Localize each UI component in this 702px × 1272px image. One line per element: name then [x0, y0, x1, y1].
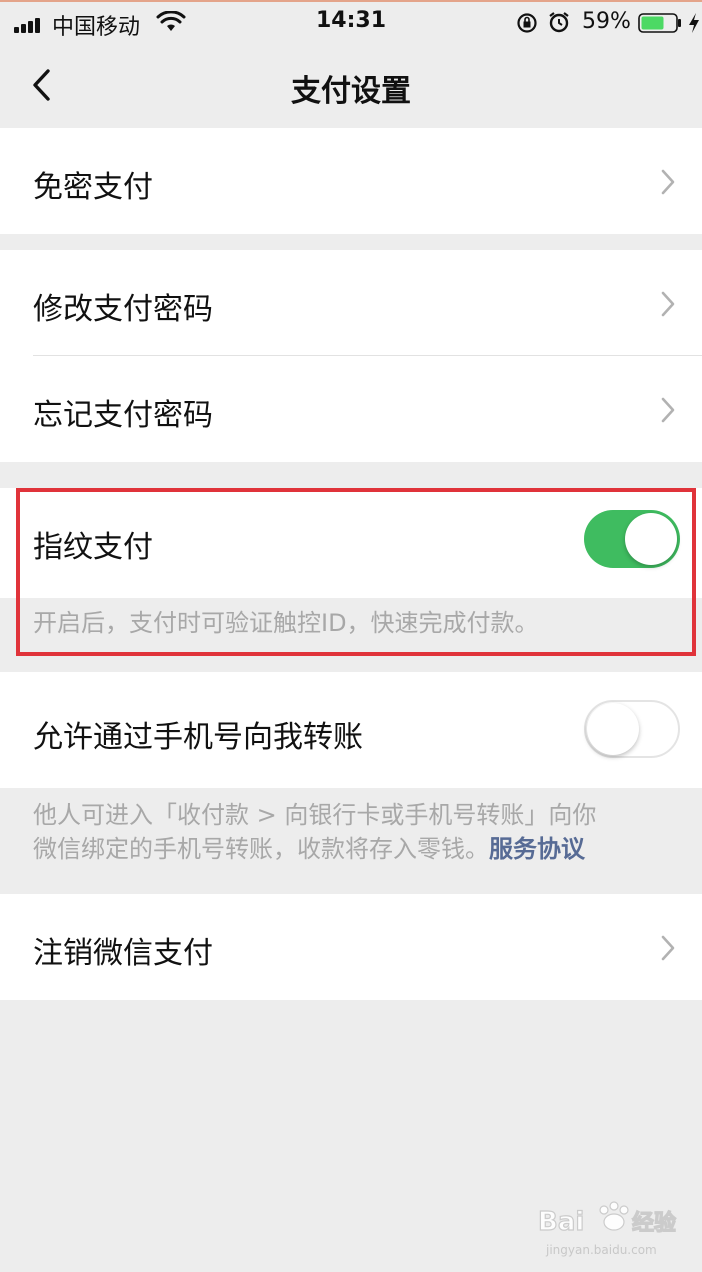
phone-transfer-toggle[interactable] [584, 700, 680, 758]
svg-text:Bai: Bai [538, 1207, 584, 1237]
phone-transfer-hint: 他人可进入「收付款 > 向银行卡或手机号转账」向你 微信绑定的手机号转账，收款将… [33, 798, 596, 866]
forgot-password-cell[interactable]: 忘记支付密码 [0, 356, 702, 462]
phone-transfer-group: 允许通过手机号向我转账 [0, 672, 702, 788]
service-agreement-link[interactable]: 服务协议 [489, 835, 585, 863]
status-accent-line [0, 0, 702, 2]
page-title: 支付设置 [291, 74, 411, 109]
nav-bar: 支付设置 [0, 46, 702, 126]
phone-transfer-label: 允许通过手机号向我转账 [33, 720, 363, 755]
alarm-icon [549, 12, 569, 33]
deactivate-group: 注销微信支付 [0, 894, 702, 1000]
battery-percent: 59% [582, 9, 631, 34]
battery-icon [638, 13, 681, 33]
highlight-annotation [16, 488, 696, 656]
status-bar: 中国移动 14:31 59% [0, 0, 702, 46]
phone-transfer-cell: 允许通过手机号向我转账 [0, 672, 702, 788]
forgot-password-label: 忘记支付密码 [33, 398, 213, 433]
chevron-right-icon [661, 291, 675, 317]
change-password-label: 修改支付密码 [33, 292, 213, 327]
phone-transfer-hint-line2-wrap: 微信绑定的手机号转账，收款将存入零钱。服务协议 [33, 832, 596, 866]
chevron-right-icon [661, 935, 675, 961]
charging-bolt-icon [689, 13, 699, 33]
password-free-group: 免密支付 [0, 128, 702, 234]
rotation-lock-icon [517, 13, 537, 33]
svg-text:经验: 经验 [632, 1210, 676, 1236]
phone-transfer-hint-line1: 他人可进入「收付款 > 向银行卡或手机号转账」向你 [33, 801, 597, 829]
svg-text:jingyan.baidu.com: jingyan.baidu.com [545, 1243, 657, 1257]
password-group: 修改支付密码 忘记支付密码 [0, 250, 702, 462]
baidu-jingyan-watermark: Bai 经验 jingyan.baidu.com [537, 1201, 677, 1257]
deactivate-cell[interactable]: 注销微信支付 [0, 894, 702, 1000]
toggle-knob [587, 703, 639, 755]
chevron-right-icon [661, 169, 675, 195]
deactivate-label: 注销微信支付 [33, 936, 213, 971]
change-password-cell[interactable]: 修改支付密码 [0, 250, 702, 356]
phone-transfer-hint-line2: 微信绑定的手机号转账，收款将存入零钱。 [33, 835, 489, 863]
password-free-cell[interactable]: 免密支付 [0, 128, 702, 234]
password-free-label: 免密支付 [33, 170, 153, 205]
chevron-right-icon [661, 397, 675, 423]
